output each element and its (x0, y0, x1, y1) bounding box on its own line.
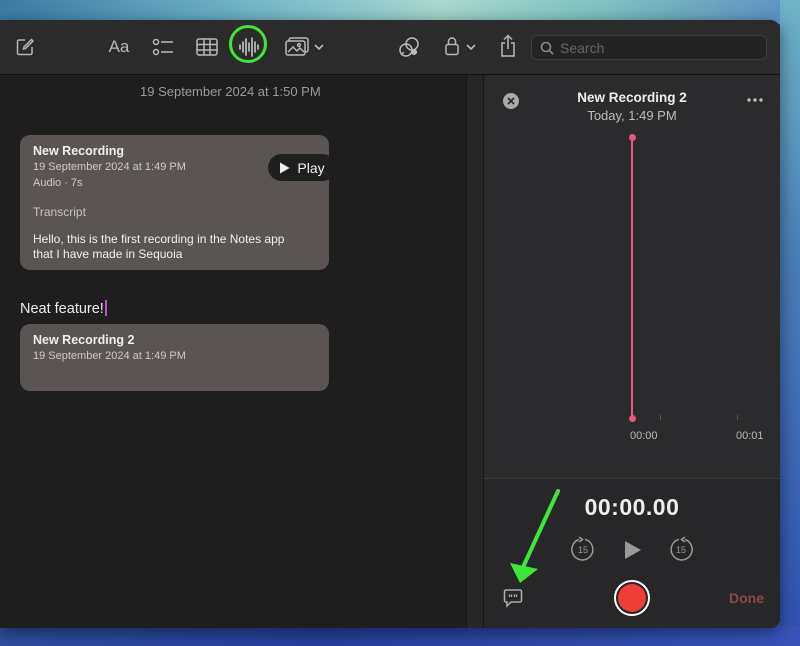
timeline-tick (737, 415, 738, 420)
search-icon (540, 41, 554, 55)
transcript-icon[interactable] (502, 587, 524, 609)
toolbar: Aa (0, 20, 780, 75)
audio-button-highlight-ring (229, 25, 267, 63)
notes-window: Aa Search 19 September 2024 at 1:50 PM N… (0, 20, 780, 628)
skip-forward-icon: 15 (670, 536, 693, 561)
recording-panel-subtitle: Today, 1:49 PM (587, 108, 677, 123)
table-icon[interactable] (195, 37, 219, 57)
note-date: 19 September 2024 at 1:50 PM (140, 84, 321, 99)
lock-icon[interactable] (443, 34, 461, 58)
desktop-wallpaper-right (780, 0, 800, 646)
playhead-top-dot (628, 134, 636, 141)
text-cursor (104, 300, 107, 316)
desktop-wallpaper-bottom (0, 626, 800, 646)
svg-text:15: 15 (676, 545, 686, 555)
svg-text:15: 15 (578, 545, 588, 555)
timeline-tick (660, 415, 661, 420)
note-body-text-content: Neat feature! (20, 301, 104, 317)
play-icon[interactable] (622, 540, 644, 560)
search-field[interactable] (531, 35, 767, 60)
note-body-text[interactable]: Neat feature! (20, 300, 107, 317)
transcript-label: Transcript (33, 205, 86, 219)
compose-icon[interactable] (14, 36, 36, 58)
note-editor[interactable]: 19 September 2024 at 1:50 PM New Recordi… (0, 75, 466, 628)
recording-card[interactable]: New Recording 2 19 September 2024 at 1:4… (20, 324, 329, 391)
recording-panel-title: New Recording 2 (577, 90, 687, 105)
timeline-end-label: 00:01 (736, 430, 764, 442)
skip-forward-15-button[interactable]: 15 (668, 536, 694, 562)
skip-back-icon: 15 (571, 536, 594, 561)
lock-chevron-down-icon[interactable] (464, 41, 478, 53)
record-icon (618, 584, 646, 612)
record-button[interactable] (614, 580, 650, 616)
checklist-icon[interactable] (151, 36, 175, 58)
playhead-line[interactable] (631, 137, 633, 419)
pane-divider[interactable] (466, 75, 484, 628)
chevron-down-icon[interactable] (312, 41, 326, 53)
play-icon (280, 162, 290, 173)
format-text-button[interactable]: Aa (106, 35, 132, 59)
done-button[interactable]: Done (729, 590, 764, 606)
recording-card[interactable]: New Recording 19 September 2024 at 1:49 … (20, 135, 336, 270)
media-icon[interactable] (284, 36, 310, 58)
recording-date: 19 September 2024 at 1:49 PM (33, 350, 186, 362)
play-button[interactable]: Play (268, 154, 336, 181)
recording-meta: Audio · 7s (33, 177, 83, 189)
timeline-start-label: 00:00 (630, 430, 658, 442)
recording-title: New Recording (33, 144, 124, 158)
playhead-bottom-dot (628, 415, 636, 422)
search-input[interactable] (560, 39, 750, 56)
skip-back-15-button[interactable]: 15 (570, 536, 596, 562)
collaborate-icon[interactable] (397, 35, 421, 59)
recording-title: New Recording 2 (33, 333, 135, 347)
share-icon[interactable] (497, 33, 519, 59)
annotation-arrow (510, 489, 560, 583)
transcript-line: that I have made in Sequoia (33, 247, 183, 261)
recording-date: 19 September 2024 at 1:49 PM (33, 161, 186, 173)
more-options-icon[interactable] (746, 95, 764, 105)
format-text-icon: Aa (108, 37, 130, 56)
play-label: Play (297, 159, 325, 176)
transcript-line: Hello, this is the first recording in th… (33, 232, 285, 246)
